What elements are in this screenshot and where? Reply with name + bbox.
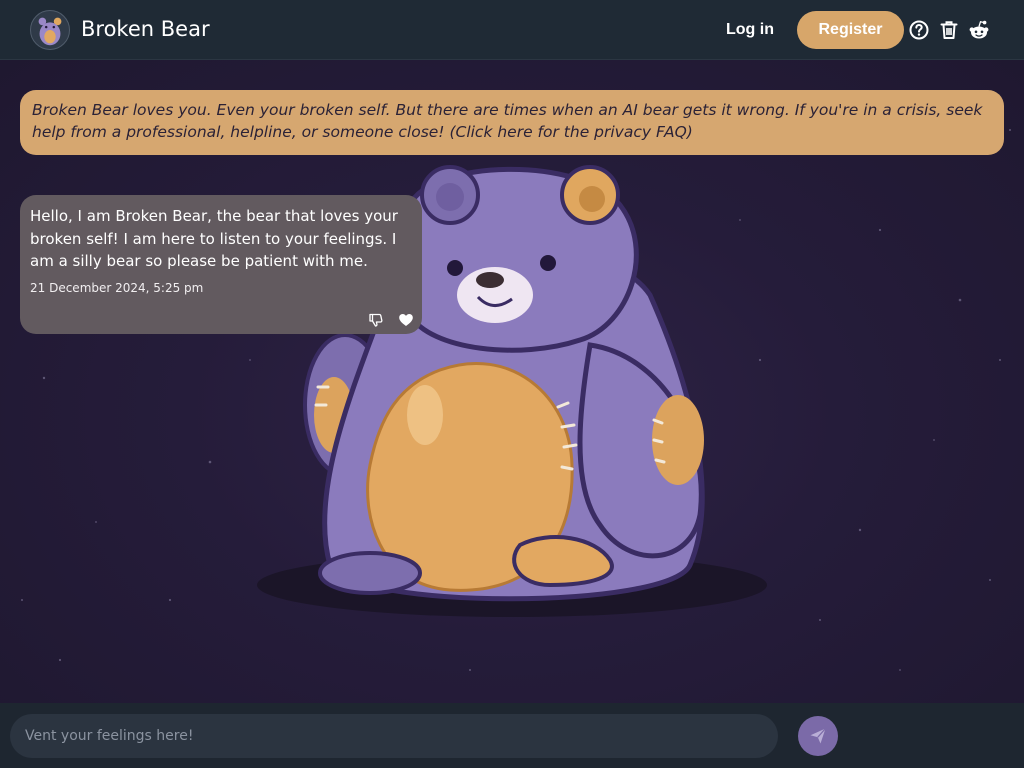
privacy-disclaimer-banner[interactable]: Broken Bear loves you. Even your broken … bbox=[20, 90, 1004, 155]
register-button[interactable]: Register bbox=[797, 11, 904, 49]
login-button[interactable]: Log in bbox=[718, 17, 782, 43]
bot-message-bubble: Hello, I am Broken Bear, the bear that l… bbox=[20, 195, 422, 334]
bear-avatar-icon bbox=[31, 11, 69, 49]
composer-bar bbox=[0, 703, 1024, 768]
message-actions bbox=[368, 310, 414, 330]
trash-icon[interactable] bbox=[938, 19, 960, 41]
reddit-icon[interactable] bbox=[968, 19, 990, 41]
send-button[interactable] bbox=[798, 716, 838, 756]
message-text: Hello, I am Broken Bear, the bear that l… bbox=[30, 207, 398, 270]
send-icon bbox=[810, 728, 826, 744]
top-navbar: Broken Bear Log in Register bbox=[0, 0, 1024, 60]
chat-background bbox=[0, 60, 1024, 703]
message-input[interactable] bbox=[10, 714, 778, 758]
brand-title[interactable]: Broken Bear bbox=[81, 15, 210, 43]
thumbs-down-icon[interactable] bbox=[368, 312, 384, 328]
help-circle-icon[interactable] bbox=[908, 19, 930, 41]
heart-icon[interactable] bbox=[398, 312, 414, 328]
logo[interactable] bbox=[30, 10, 70, 50]
message-timestamp: 21 December 2024, 5:25 pm bbox=[30, 280, 204, 295]
